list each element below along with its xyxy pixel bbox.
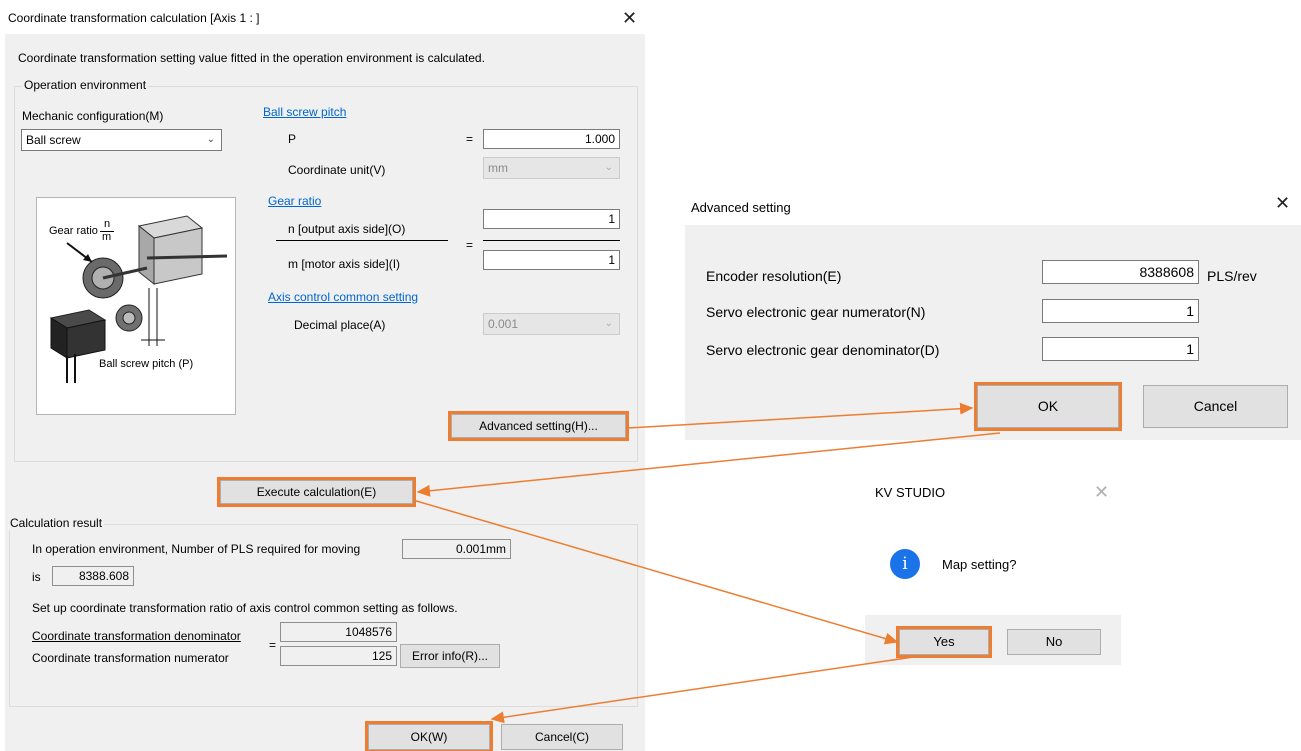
gear-ratio-m: m — [102, 231, 112, 243]
ball-screw-pitch-link[interactable]: Ball screw pitch — [263, 105, 346, 119]
gear-ratio-divider — [276, 240, 448, 241]
servo-gear-numerator-label: Servo electronic gear numerator(N) — [706, 304, 926, 320]
coordinate-transformation-dialog: Coordinate transformation calculation [A… — [0, 0, 648, 751]
mechanic-configuration-select[interactable]: Ball screw ⌄ — [21, 129, 222, 151]
info-icon: i — [890, 549, 920, 579]
mechanic-configuration-label: Mechanic configuration(M) — [22, 109, 164, 123]
gear-ratio-equals: = — [466, 238, 474, 252]
execute-calculation-button[interactable]: Execute calculation(E) — [217, 477, 416, 507]
operation-environment-label: Operation environment — [22, 78, 149, 92]
kv-studio-dialog: KV STUDIO ✕ i Map setting? Yes No — [865, 475, 1121, 665]
decimal-place-value: 0.001 — [488, 317, 519, 331]
cancel-button[interactable]: Cancel(C) — [501, 724, 623, 750]
ball-screw-pitch-diagram-label: Ball screw pitch (P) — [99, 358, 194, 370]
transformation-denominator-value: 1048576 — [280, 622, 397, 642]
close-icon[interactable]: ✕ — [1275, 194, 1290, 212]
p-input[interactable]: 1.000 — [483, 129, 620, 149]
encoder-unit-label: PLS/rev — [1207, 268, 1257, 284]
transformation-numerator-label: Coordinate transformation numerator — [32, 651, 229, 665]
map-setting-message: Map setting? — [942, 557, 1017, 572]
error-info-button[interactable]: Error info(R)... — [400, 644, 500, 668]
advanced-setting-button[interactable]: Advanced setting(H)... — [448, 411, 629, 441]
chevron-down-icon: ⌄ — [604, 162, 613, 173]
transformation-equals: = — [269, 638, 277, 652]
coordinate-unit-select[interactable]: mm ⌄ — [483, 157, 620, 179]
coordinate-unit-value: mm — [488, 161, 508, 175]
coordinate-unit-label: Coordinate unit(V) — [288, 163, 386, 177]
pls-value: 8388.608 — [52, 566, 134, 586]
advanced-setting-body: Encoder resolution(E) 8388608 PLS/rev Se… — [685, 225, 1301, 440]
n-output-axis-label: n [output axis side](O) — [288, 222, 406, 236]
decimal-place-select[interactable]: 0.001 ⌄ — [483, 313, 620, 335]
gear-ratio-n: n — [104, 218, 111, 230]
p-label: P — [288, 132, 297, 146]
axis-control-common-setting-link[interactable]: Axis control common setting — [268, 290, 418, 304]
encoder-resolution-label: Encoder resolution(E) — [706, 268, 842, 284]
p-equals: = — [466, 132, 474, 146]
advanced-setting-dialog: Advanced setting ✕ Encoder resolution(E)… — [677, 188, 1301, 440]
encoder-resolution-input[interactable]: 8388608 — [1042, 260, 1199, 284]
ok-button[interactable]: OK(W) — [365, 721, 493, 751]
kv-studio-title: KV STUDIO — [875, 485, 946, 500]
advanced-setting-title: Advanced setting — [691, 200, 791, 215]
gear-ratio-link[interactable]: Gear ratio — [268, 194, 321, 208]
setup-instruction-text: Set up coordinate transformation ratio o… — [32, 601, 458, 615]
advanced-cancel-button[interactable]: Cancel — [1143, 385, 1288, 428]
advanced-ok-button[interactable]: OK — [974, 382, 1122, 431]
chevron-down-icon: ⌄ — [206, 134, 215, 145]
close-icon[interactable]: ✕ — [1094, 483, 1109, 501]
n-output-axis-input[interactable]: 1 — [483, 209, 620, 229]
calculation-result-label: Calculation result — [8, 516, 105, 530]
servo-gear-numerator-input[interactable]: 1 — [1042, 299, 1199, 323]
no-button[interactable]: No — [1007, 629, 1101, 655]
dialog-title: Coordinate transformation calculation [A… — [8, 11, 260, 25]
ball-screw-diagram: Gear ratio n m Ball screw pitch (P) — [36, 197, 236, 415]
gear-ratio-input-divider — [483, 240, 620, 241]
servo-gear-denominator-label: Servo electronic gear denominator(D) — [706, 342, 940, 358]
moving-distance-value: 0.001mm — [402, 539, 511, 559]
yes-button[interactable]: Yes — [896, 626, 992, 658]
kv-studio-button-bar: Yes No — [865, 615, 1121, 665]
transformation-denominator-label: Coordinate transformation denominator — [32, 629, 241, 643]
dialog-body: Coordinate transformation setting value … — [5, 34, 645, 751]
chevron-down-icon: ⌄ — [604, 318, 613, 329]
m-motor-axis-label: m [motor axis side](I) — [288, 257, 401, 271]
description-text: Coordinate transformation setting value … — [18, 51, 485, 65]
is-label: is — [32, 570, 41, 584]
servo-gear-denominator-input[interactable]: 1 — [1042, 337, 1199, 361]
close-icon[interactable]: ✕ — [622, 9, 637, 27]
m-motor-axis-input[interactable]: 1 — [483, 250, 620, 270]
gear-ratio-diagram-label: Gear ratio — [49, 225, 98, 237]
mechanic-configuration-value: Ball screw — [26, 133, 81, 147]
decimal-place-label: Decimal place(A) — [294, 318, 386, 332]
pls-required-text: In operation environment, Number of PLS … — [32, 542, 361, 556]
transformation-numerator-value: 125 — [280, 646, 397, 666]
